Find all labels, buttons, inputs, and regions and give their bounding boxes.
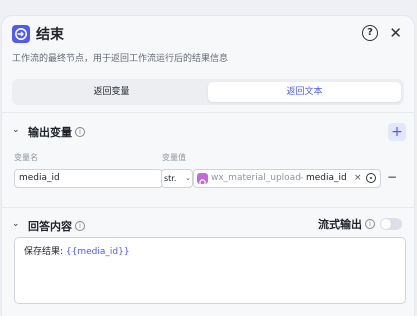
target-icon[interactable] — [366, 173, 376, 183]
clear-icon[interactable]: × — [354, 170, 362, 187]
variable-type-label: str. — [164, 174, 177, 183]
close-icon[interactable]: ✕ — [389, 23, 402, 43]
reference-variable-name: media_id — [306, 173, 347, 183]
column-label-name: 变量名 — [14, 153, 38, 162]
info-icon: i — [75, 221, 85, 231]
remove-variable-button[interactable]: − — [387, 169, 397, 186]
answer-content-editor[interactable]: 保存结果: {{media_id}} — [14, 237, 406, 304]
divider — [2, 207, 414, 208]
reference-separator: - — [300, 173, 304, 183]
info-icon: i — [365, 219, 375, 229]
column-label-value: 变量值 — [162, 153, 186, 162]
divider — [2, 112, 414, 113]
panel-description: 工作流的最终节点，用于返回工作流运行后的结果信息 — [12, 54, 229, 64]
end-node-panel: 结束 ? ✕ 工作流的最终节点，用于返回工作流运行后的结果信息 返回变量 返回文… — [2, 16, 414, 316]
chevron-down-icon[interactable]: ⌄ — [12, 125, 20, 135]
panel-header: 结束 ? ✕ — [12, 23, 404, 45]
info-icon: i — [75, 127, 85, 137]
return-mode-tabs: 返回变量 返回文本 — [12, 79, 404, 105]
output-section-header[interactable]: ⌄ 输出变量 i — [12, 122, 212, 140]
answer-section-title: 回答内容 — [28, 220, 72, 233]
answer-section-header[interactable]: ⌄ 回答内容 i — [12, 216, 212, 234]
variable-reference-field[interactable]: wx_material_upload - media_id × — [193, 169, 381, 188]
toggle-knob — [381, 219, 391, 229]
reference-node-name: wx_material_upload — [211, 173, 301, 183]
answer-content-text: 保存结果: {{media_id}} — [24, 244, 130, 257]
answer-content-prefix: 保存结果: — [24, 247, 66, 257]
tab-return-text[interactable]: 返回文本 — [208, 82, 401, 102]
end-node-icon — [12, 25, 30, 43]
stream-output-toggle[interactable] — [380, 218, 402, 230]
variable-type-select[interactable]: str. ⌄ — [161, 169, 193, 188]
chevron-down-icon[interactable]: ⌄ — [12, 219, 20, 229]
variable-name-input[interactable]: media_id — [14, 169, 163, 188]
tab-return-variables[interactable]: 返回变量 — [15, 82, 208, 102]
answer-content-variable: {{media_id}} — [65, 247, 130, 257]
output-section-title: 输出变量 — [28, 126, 72, 139]
chevron-down-icon: ⌄ — [185, 174, 191, 182]
node-type-icon — [197, 173, 208, 186]
stream-output-label: 流式输出 — [318, 218, 362, 231]
panel-title: 结束 — [36, 27, 64, 43]
question-circle-icon[interactable]: ? — [362, 25, 378, 41]
add-variable-button[interactable]: + — [388, 123, 406, 141]
